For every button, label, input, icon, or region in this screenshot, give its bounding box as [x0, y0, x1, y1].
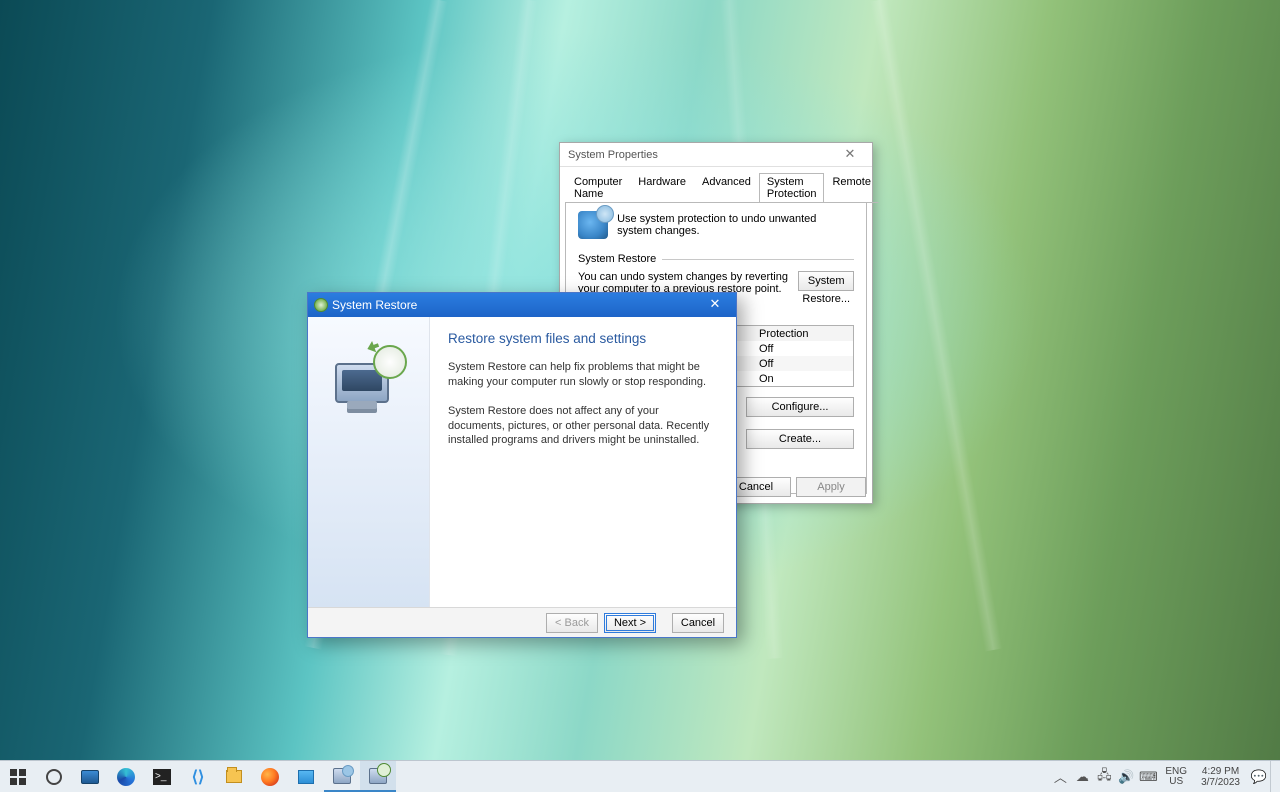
group-divider	[662, 259, 854, 260]
apply-button[interactable]: Apply	[796, 477, 866, 497]
onedrive-icon[interactable]: ☁	[1071, 769, 1093, 785]
system-restore-title: System Restore	[332, 298, 417, 312]
system-restore-titlebar[interactable]: System Restore ✕	[308, 293, 736, 317]
taskbar-system-properties[interactable]	[324, 761, 360, 792]
system-protection-icon	[578, 211, 608, 239]
show-desktop-button[interactable]	[1270, 761, 1276, 792]
wizard-paragraph-2: System Restore does not affect any of yo…	[448, 404, 718, 449]
close-icon[interactable]: ✕	[694, 293, 736, 317]
taskbar-terminal[interactable]: >_	[144, 761, 180, 792]
notifications-icon[interactable]: 💬	[1248, 769, 1270, 785]
taskbar-settings[interactable]	[36, 761, 72, 792]
tray-overflow-icon[interactable]: ︿	[1049, 767, 1071, 786]
taskbar-file-explorer[interactable]	[216, 761, 252, 792]
start-button[interactable]	[0, 761, 36, 792]
tab-hardware[interactable]: Hardware	[630, 173, 694, 203]
taskbar-firefox[interactable]	[252, 761, 288, 792]
taskbar-edge[interactable]	[108, 761, 144, 792]
cancel-button[interactable]: Cancel	[672, 613, 724, 633]
close-icon[interactable]: ✕	[828, 143, 872, 167]
restore-graphic-icon	[329, 341, 409, 421]
tab-system-protection[interactable]: System Protection	[759, 173, 825, 203]
taskbar-spacer	[396, 761, 1049, 792]
taskbar-vscode[interactable]: ⟨⟩	[180, 761, 216, 792]
col-protection: Protection	[753, 326, 853, 341]
wizard-paragraph-1: System Restore can help fix problems tha…	[448, 360, 718, 390]
taskbar-system-restore[interactable]	[360, 761, 396, 792]
system-restore-window: System Restore ✕ Restore system files an…	[307, 292, 737, 638]
system-restore-button[interactable]: System Restore...	[798, 271, 854, 291]
taskbar-clock[interactable]: 4:29 PM 3/7/2023	[1193, 766, 1248, 788]
wizard-right-pane: Restore system files and settings System…	[430, 317, 736, 607]
taskbar-security-monitor[interactable]	[72, 761, 108, 792]
tab-advanced[interactable]: Advanced	[694, 173, 759, 203]
wizard-left-pane	[308, 317, 430, 607]
keyboard-icon[interactable]: ⌨	[1137, 769, 1159, 785]
wizard-heading: Restore system files and settings	[448, 331, 718, 346]
next-button[interactable]: Next >	[604, 613, 656, 633]
back-button[interactable]: < Back	[546, 613, 598, 633]
tab-remote[interactable]: Remote	[824, 173, 879, 203]
system-properties-title: System Properties	[568, 149, 658, 161]
configure-button[interactable]: Configure...	[746, 397, 854, 417]
system-properties-titlebar[interactable]: System Properties ✕	[560, 143, 872, 167]
taskbar: >_ ⟨⟩ ︿ ☁ 🖧 🔊 ⌨ ENG US 4:29 PM 3/7/2023 …	[0, 760, 1280, 792]
system-tray: ︿ ☁ 🖧 🔊 ⌨ ENG US 4:29 PM 3/7/2023 💬	[1049, 761, 1280, 792]
system-protection-headline: Use system protection to undo unwanted s…	[617, 211, 842, 237]
tab-computer-name[interactable]: Computer Name	[566, 173, 630, 203]
volume-icon[interactable]: 🔊	[1115, 769, 1137, 785]
create-button[interactable]: Create...	[746, 429, 854, 449]
system-restore-icon	[314, 298, 328, 312]
language-indicator[interactable]: ENG US	[1159, 767, 1193, 787]
taskbar-photos[interactable]	[288, 761, 324, 792]
system-properties-tabs: Computer Name Hardware Advanced System P…	[560, 173, 872, 203]
group-label-system-restore: System Restore	[578, 253, 662, 265]
wizard-footer: < Back Next > Cancel	[308, 607, 736, 637]
network-icon[interactable]: 🖧	[1093, 766, 1115, 788]
